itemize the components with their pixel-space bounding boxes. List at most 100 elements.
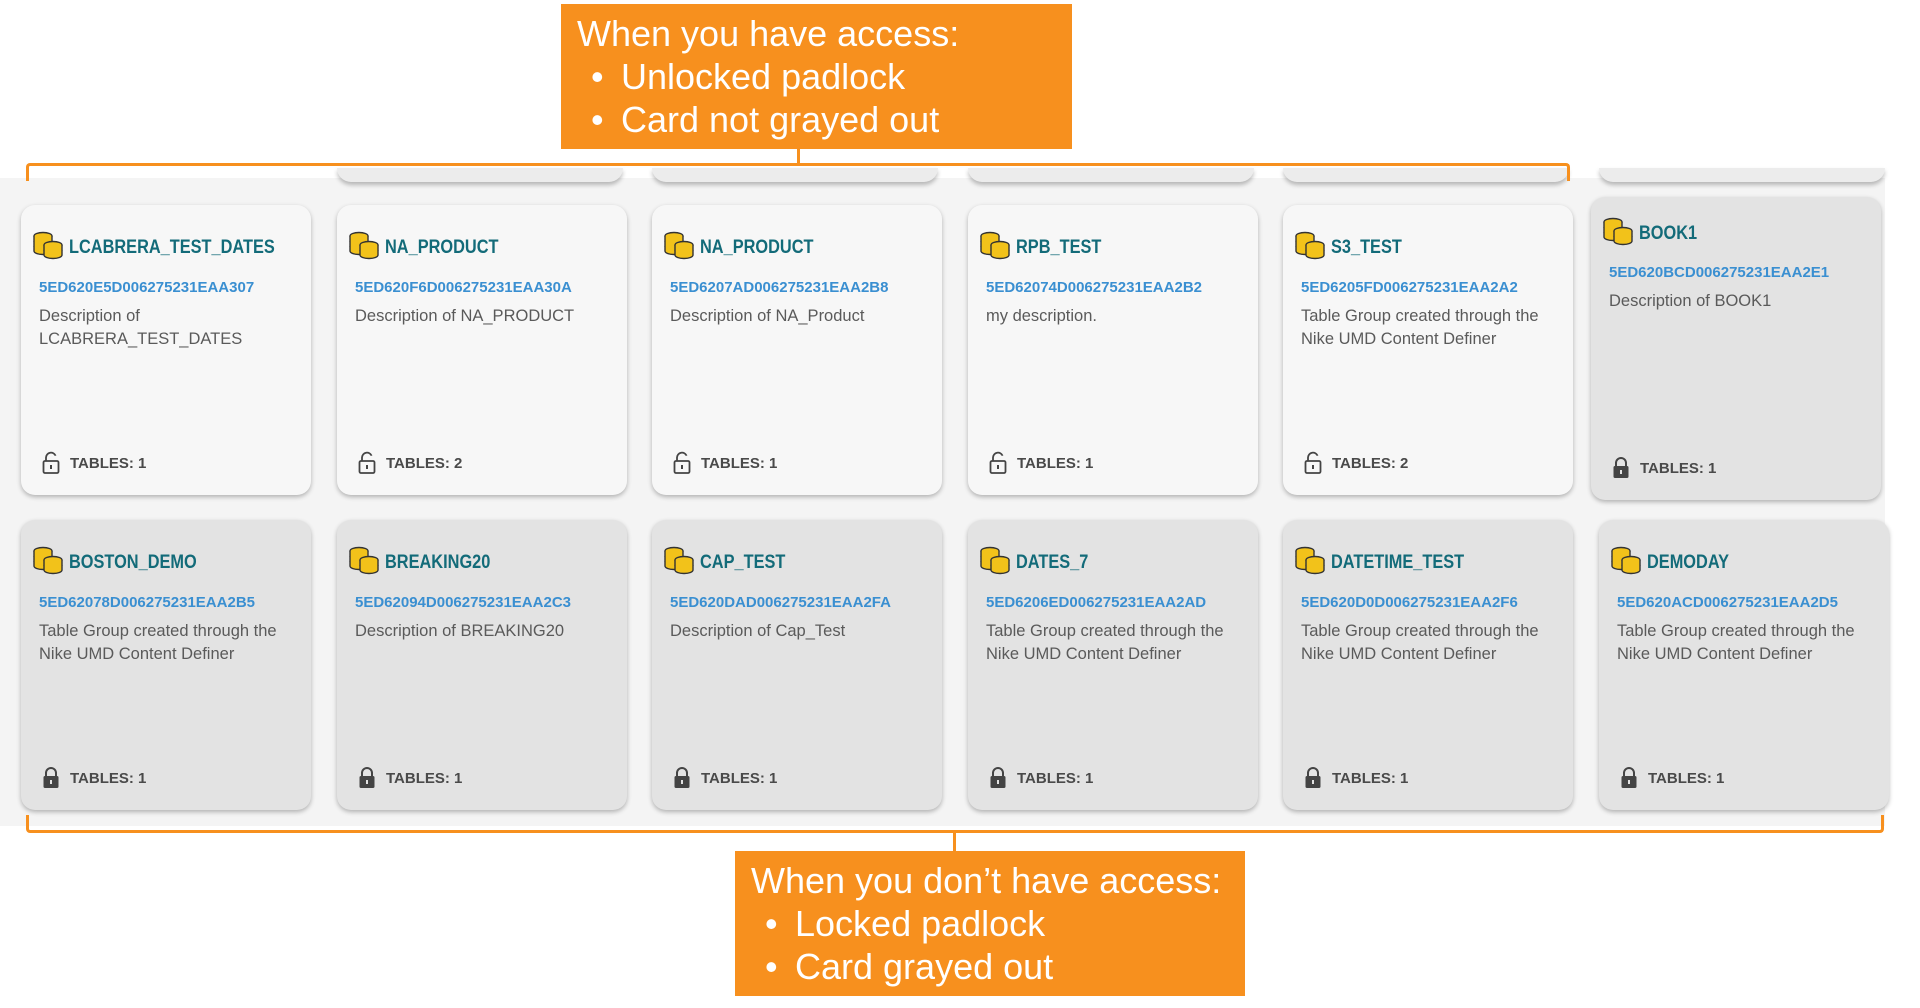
tables-count: TABLES: 1 bbox=[701, 454, 778, 472]
locked-padlock-icon bbox=[357, 766, 377, 790]
locked-padlock-icon bbox=[41, 766, 61, 790]
callout-bullet: • Card not grayed out bbox=[591, 99, 940, 140]
unlocked-padlock-icon bbox=[988, 451, 1008, 475]
card-title[interactable]: NA_PRODUCT bbox=[700, 237, 813, 259]
tables-count: TABLES: 1 bbox=[70, 454, 147, 472]
database-stack-icon bbox=[1601, 215, 1635, 249]
unlocked-padlock-icon bbox=[41, 451, 61, 475]
database-stack-icon bbox=[978, 229, 1012, 263]
card-title[interactable]: DATES_7 bbox=[1016, 552, 1088, 574]
card-description: my description. bbox=[986, 307, 1097, 325]
table-group-card[interactable]: NA_PRODUCT 5ED620F6D006275231EAA30A Descri… bbox=[337, 205, 627, 495]
card-id: 5ED62078D006275231EAA2B5 bbox=[39, 594, 255, 611]
locked-padlock-icon bbox=[988, 766, 1008, 790]
database-stack-icon bbox=[1609, 544, 1643, 578]
locked-padlock-icon bbox=[1619, 766, 1639, 790]
bottom-bracket-stem bbox=[953, 831, 956, 851]
unlocked-padlock-icon bbox=[1303, 451, 1323, 475]
tables-count: TABLES: 1 bbox=[70, 769, 147, 787]
card-description: Description of Cap_Test bbox=[670, 622, 846, 640]
database-stack-icon bbox=[662, 544, 696, 578]
card-footer: TABLES: 1 bbox=[1303, 766, 1408, 790]
tables-count: TABLES: 1 bbox=[1640, 459, 1717, 477]
tables-count: TABLES: 1 bbox=[386, 769, 463, 787]
table-group-card[interactable]: DATETIME_TEST 5ED620D0D006275231EAA2F6 Tab… bbox=[1283, 520, 1573, 810]
card-title[interactable]: CAP_TEST bbox=[700, 552, 785, 574]
database-stack-icon bbox=[347, 229, 381, 263]
card-id: 5ED620E5D006275231EAA307 bbox=[39, 279, 255, 296]
no-access-callout: When you don’t have access: • Locked padl… bbox=[735, 851, 1245, 996]
unlocked-padlock-icon bbox=[357, 451, 377, 475]
callout-bullet: • Card grayed out bbox=[765, 946, 1054, 987]
card-title[interactable]: LCABRERA_TEST_DATES bbox=[69, 237, 275, 259]
card-description: Table Group created through the Nike UMD… bbox=[39, 622, 277, 663]
card-description: Description of NA_Product bbox=[670, 307, 865, 325]
card-footer: TABLES: 1 bbox=[1611, 456, 1716, 480]
table-group-card[interactable]: S3_TEST 5ED6205FD006275231EAA2A2 Table Gro… bbox=[1283, 205, 1573, 495]
card-title[interactable]: S3_TEST bbox=[1331, 237, 1402, 259]
table-group-card[interactable]: LCABRERA_TEST_DATES 5ED620E5D006275231EAA… bbox=[21, 205, 311, 495]
card-title[interactable]: BOSTON_DEMO bbox=[69, 552, 197, 574]
card-id: 5ED6205FD006275231EAA2A2 bbox=[1301, 279, 1518, 296]
table-group-card[interactable]: NA_PRODUCT 5ED6207AD006275231EAA2B8 Descri… bbox=[652, 205, 942, 495]
tables-count: TABLES: 1 bbox=[701, 769, 778, 787]
table-group-card[interactable]: DEMODAY 5ED620ACD006275231EAA2D5 Table Gro… bbox=[1599, 520, 1889, 810]
tables-count: TABLES: 2 bbox=[1332, 454, 1409, 472]
tables-count: TABLES: 1 bbox=[1648, 769, 1725, 787]
card-footer: TABLES: 2 bbox=[1303, 451, 1408, 475]
tables-count: TABLES: 1 bbox=[1017, 769, 1094, 787]
table-group-card[interactable]: BOOK1 5ED620BCD006275231EAA2E1 Description… bbox=[1591, 197, 1881, 500]
table-group-card[interactable]: BOSTON_DEMO 5ED62078D006275231EAA2B5 Table… bbox=[21, 520, 311, 810]
card-description: Table Group created through the Nike UMD… bbox=[1301, 307, 1539, 348]
table-group-card[interactable]: CAP_TEST 5ED620DAD006275231EAA2FA Descript… bbox=[652, 520, 942, 810]
card-title[interactable]: BREAKING20 bbox=[385, 552, 490, 574]
card-description: Table Group created through the Nike UMD… bbox=[986, 622, 1224, 663]
tables-count: TABLES: 2 bbox=[386, 454, 463, 472]
card-description: Description of LCABRERA_TEST_DATES bbox=[39, 307, 243, 348]
callout-bullet: • Unlocked padlock bbox=[591, 56, 906, 97]
tables-count: TABLES: 1 bbox=[1017, 454, 1094, 472]
card-footer: TABLES: 1 bbox=[1619, 766, 1724, 790]
card-id: 5ED620BCD006275231EAA2E1 bbox=[1609, 264, 1830, 281]
card-description: Description of BOOK1 bbox=[1609, 292, 1772, 310]
card-title[interactable]: DEMODAY bbox=[1647, 552, 1729, 574]
card-id: 5ED620ACD006275231EAA2D5 bbox=[1617, 594, 1838, 611]
access-callout: When you have access: • Unlocked padlock … bbox=[561, 4, 1072, 149]
card-footer: TABLES: 2 bbox=[357, 451, 462, 475]
callout-bullets: • Unlocked padlock • Card not grayed out bbox=[577, 55, 1056, 141]
card-description: Table Group created through the Nike UMD… bbox=[1617, 622, 1855, 663]
locked-padlock-icon bbox=[1303, 766, 1323, 790]
database-stack-icon bbox=[347, 544, 381, 578]
card-id: 5ED620F6D006275231EAA30A bbox=[355, 279, 572, 296]
database-stack-icon bbox=[1293, 229, 1327, 263]
card-description: Description of BREAKING20 bbox=[355, 622, 565, 640]
top-bracket bbox=[26, 163, 1570, 181]
card-footer: TABLES: 1 bbox=[41, 766, 146, 790]
tables-count: TABLES: 1 bbox=[1332, 769, 1409, 787]
card-id: 5ED6206ED006275231EAA2AD bbox=[986, 594, 1207, 611]
table-group-card[interactable]: BREAKING20 5ED62094D006275231EAA2C3 Descri… bbox=[337, 520, 627, 810]
callout-title: When you have access: bbox=[577, 13, 960, 54]
database-stack-icon bbox=[662, 229, 696, 263]
locked-padlock-icon bbox=[1611, 456, 1631, 480]
card-title[interactable]: RPB_TEST bbox=[1016, 237, 1101, 259]
card-footer: TABLES: 1 bbox=[41, 451, 146, 475]
card-id: 5ED620DAD006275231EAA2FA bbox=[670, 594, 891, 611]
table-group-card[interactable]: DATES_7 5ED6206ED006275231EAA2AD Table Gro… bbox=[968, 520, 1258, 810]
card-id: 5ED620D0D006275231EAA2F6 bbox=[1301, 594, 1518, 611]
table-group-card[interactable]: RPB_TEST 5ED62074D006275231EAA2B2 my descr… bbox=[968, 205, 1258, 495]
card-peek bbox=[1599, 168, 1885, 182]
locked-padlock-icon bbox=[672, 766, 692, 790]
database-stack-icon bbox=[978, 544, 1012, 578]
card-title[interactable]: NA_PRODUCT bbox=[385, 237, 498, 259]
card-footer: TABLES: 1 bbox=[357, 766, 462, 790]
card-footer: TABLES: 1 bbox=[672, 766, 777, 790]
callout-title: When you don’t have access: bbox=[751, 860, 1222, 901]
card-id: 5ED62074D006275231EAA2B2 bbox=[986, 279, 1202, 296]
database-stack-icon bbox=[31, 544, 65, 578]
database-stack-icon bbox=[31, 229, 65, 263]
card-title[interactable]: DATETIME_TEST bbox=[1331, 552, 1464, 574]
card-id: 5ED6207AD006275231EAA2B8 bbox=[670, 279, 889, 296]
card-title[interactable]: BOOK1 bbox=[1639, 223, 1697, 245]
card-description: Table Group created through the Nike UMD… bbox=[1301, 622, 1539, 663]
